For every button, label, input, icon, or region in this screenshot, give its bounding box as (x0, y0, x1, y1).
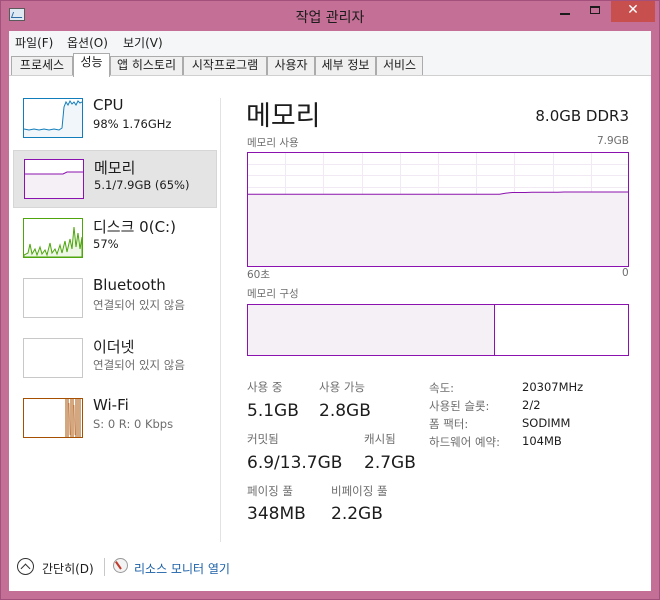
usage-graph-x-start: 60초 (247, 269, 271, 281)
minimize-icon[interactable] (551, 1, 579, 22)
tab-services[interactable]: 서비스 (376, 56, 423, 75)
committed-label: 커밋됨 (247, 432, 279, 446)
chevron-up-circle-icon[interactable] (17, 558, 34, 575)
sidebar-bluetooth-subtitle: 연결되어 있지 않음 (93, 298, 185, 312)
sidebar-item-ethernet[interactable]: 이더넷 연결되어 있지 않음 (13, 330, 217, 388)
sidebar-memory-title: 메모리 (94, 159, 136, 177)
memory-composition-bar (247, 304, 629, 356)
tab-performance[interactable]: 성능 (73, 53, 110, 77)
sidebar-ethernet-subtitle: 연결되어 있지 않음 (93, 358, 185, 372)
hardware-reserved-value: 104MB (522, 434, 562, 448)
performance-panel: CPU 98% 1.76GHz 메모리 5.1/7.9GB (65%) 디스크 … (9, 75, 651, 550)
tab-startup[interactable]: 시작프로그램 (183, 56, 267, 75)
footer-bar: 간단히(D) 리소스 모니터 열기 (9, 549, 651, 591)
tab-users[interactable]: 사용자 (267, 56, 315, 75)
memory-thumbnail-graph (24, 159, 84, 199)
tab-details[interactable]: 세부 정보 (315, 56, 376, 75)
in-use-value: 5.1GB (247, 401, 299, 421)
cpu-thumbnail-graph (23, 98, 83, 138)
menu-bar: 파일(F) 옵션(O) 보기(V) (9, 31, 651, 52)
cached-value: 2.7GB (364, 453, 416, 473)
hardware-reserved-label: 하드웨어 예약: (429, 435, 501, 449)
sidebar-item-disk[interactable]: 디스크 0(C:) 57% (13, 210, 217, 268)
form-factor-value: SODIMM (522, 416, 571, 430)
disk-thumbnail-graph (23, 218, 83, 258)
menu-options[interactable]: 옵션(O) (67, 34, 108, 51)
speed-value: 20307MHz (522, 380, 584, 394)
menu-file[interactable]: 파일(F) (15, 34, 53, 51)
memory-spec: 8.0GB DDR3 (535, 107, 629, 125)
composition-label: 메모리 구성 (247, 288, 299, 300)
page-title: 메모리 (246, 101, 321, 132)
tab-app-history[interactable]: 앱 히스토리 (110, 56, 183, 75)
slots-used-value: 2/2 (522, 398, 541, 412)
sidebar-wifi-title: Wi-Fi (93, 396, 129, 414)
fewer-details-button[interactable]: 간단히(D) (42, 560, 94, 577)
sidebar-memory-subtitle: 5.1/7.9GB (65%) (94, 178, 190, 192)
ethernet-thumbnail-graph (23, 338, 83, 378)
maximize-icon[interactable] (581, 1, 609, 22)
close-icon: ✕ (627, 2, 639, 18)
available-label: 사용 가능 (319, 380, 365, 394)
sidebar-wifi-subtitle: S: 0 R: 0 Kbps (93, 417, 174, 431)
usage-graph-area (247, 192, 629, 267)
usage-graph-max-label: 7.9GB (596, 135, 629, 147)
disk-sparkline (23, 226, 83, 258)
resource-monitor-icon[interactable] (113, 558, 128, 573)
cached-label: 캐시됨 (364, 432, 396, 446)
sidebar-item-memory[interactable]: 메모리 5.1/7.9GB (65%) (13, 150, 217, 208)
sidebar-ethernet-title: 이더넷 (93, 338, 135, 356)
footer-divider (104, 558, 105, 576)
tab-processes[interactable]: 프로세스 (11, 56, 73, 75)
wifi-thumbnail-graph (23, 398, 83, 438)
sidebar-bluetooth-title: Bluetooth (93, 276, 166, 294)
in-use-label: 사용 중 (247, 380, 283, 394)
sidebar-disk-title: 디스크 0(C:) (93, 218, 176, 236)
composition-in-use (248, 305, 495, 355)
available-value: 2.8GB (319, 401, 371, 421)
open-resource-monitor-link[interactable]: 리소스 모니터 열기 (134, 560, 230, 577)
form-factor-label: 폼 팩터: (429, 417, 469, 431)
sidebar-item-cpu[interactable]: CPU 98% 1.76GHz (13, 90, 217, 148)
sidebar-item-wifi[interactable]: Wi-Fi S: 0 R: 0 Kbps (13, 390, 217, 448)
nonpaged-pool-label: 비페이징 풀 (331, 484, 388, 498)
task-manager-window: 작업 관리자 ✕ 파일(F) 옵션(O) 보기(V) 프로세스 성능 앱 히스토… (0, 0, 660, 600)
tab-bar: 프로세스 성능 앱 히스토리 시작프로그램 사용자 세부 정보 서비스 (9, 52, 651, 77)
speed-label: 속도: (429, 381, 455, 395)
slots-used-label: 사용된 슬롯: (429, 399, 490, 413)
wifi-sparkline (65, 399, 81, 437)
sidebar-cpu-subtitle: 98% 1.76GHz (93, 117, 172, 131)
usage-graph-x-end: 0 (622, 267, 629, 279)
panel-divider (220, 98, 221, 542)
sidebar-item-bluetooth[interactable]: Bluetooth 연결되어 있지 않음 (13, 270, 217, 328)
sidebar-cpu-title: CPU (93, 96, 124, 114)
menu-view[interactable]: 보기(V) (123, 34, 163, 51)
bluetooth-thumbnail-graph (23, 278, 83, 318)
committed-value: 6.9/13.7GB (247, 453, 343, 473)
usage-graph-label: 메모리 사용 (247, 137, 299, 149)
memory-sparkline (25, 171, 83, 198)
cpu-sparkline (23, 100, 83, 137)
nonpaged-pool-value: 2.2GB (331, 504, 383, 524)
close-button[interactable]: ✕ (611, 1, 655, 22)
paged-pool-label: 페이징 풀 (247, 484, 293, 498)
memory-usage-graph (247, 152, 629, 267)
paged-pool-value: 348MB (247, 504, 306, 524)
sidebar-disk-subtitle: 57% (93, 237, 119, 251)
title-bar[interactable]: 작업 관리자 ✕ (1, 1, 659, 31)
